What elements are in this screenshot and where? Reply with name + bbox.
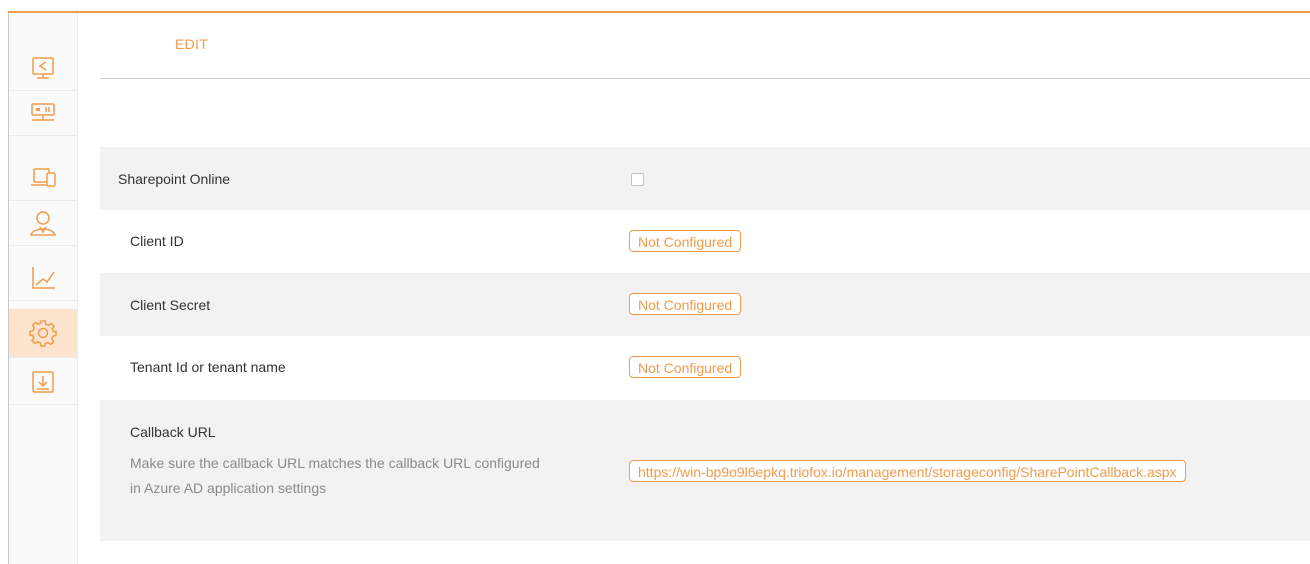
sharepoint-online-checkbox[interactable]	[631, 173, 644, 186]
sharepoint-online-label: Sharepoint Online	[118, 171, 231, 187]
client-secret-label: Client Secret	[130, 297, 211, 313]
client-secret-value[interactable]: Not Configured	[629, 293, 742, 315]
sidebar-item-reports[interactable]	[9, 256, 77, 301]
tab-divider	[100, 78, 1310, 79]
callback-url-value[interactable]: https://win-bp9o9l6epkq.triofox.io/manag…	[629, 460, 1186, 482]
sharepoint-online-row: Sharepoint Online	[100, 147, 1310, 210]
client-secret-row: Client Secret Not Configured	[100, 273, 1310, 336]
sidebar	[9, 13, 78, 564]
sidebar-item-devices[interactable]	[9, 156, 77, 201]
callback-url-description: Make sure the callback URL matches the c…	[130, 455, 540, 496]
tenant-id-label: Tenant Id or tenant name	[130, 359, 286, 375]
server-network-icon	[31, 103, 55, 121]
devices-icon	[31, 168, 56, 187]
sidebar-item-settings[interactable]	[9, 309, 77, 358]
sidebar-item-servers[interactable]	[9, 91, 77, 136]
sidebar-item-shares[interactable]	[9, 46, 77, 91]
tenant-id-value[interactable]: Not Configured	[629, 356, 742, 378]
chart-icon	[32, 267, 55, 289]
users-icon	[30, 211, 56, 236]
callback-url-label: Callback URL	[130, 424, 216, 440]
client-id-value[interactable]: Not Configured	[629, 230, 742, 252]
callback-url-row: Callback URL Make sure the callback URL …	[100, 400, 1310, 541]
top-accent-line	[8, 11, 1310, 13]
download-icon	[32, 371, 54, 393]
sidebar-item-users[interactable]	[9, 201, 77, 246]
sidebar-item-downloads[interactable]	[9, 360, 77, 405]
share-monitor-icon	[32, 57, 54, 79]
client-id-row: Client ID Not Configured	[100, 210, 1310, 273]
gear-icon	[29, 320, 57, 347]
client-id-label: Client ID	[130, 233, 184, 249]
tenant-id-row: Tenant Id or tenant name Not Configured	[100, 336, 1310, 400]
tab-edit[interactable]: EDIT	[175, 36, 208, 52]
